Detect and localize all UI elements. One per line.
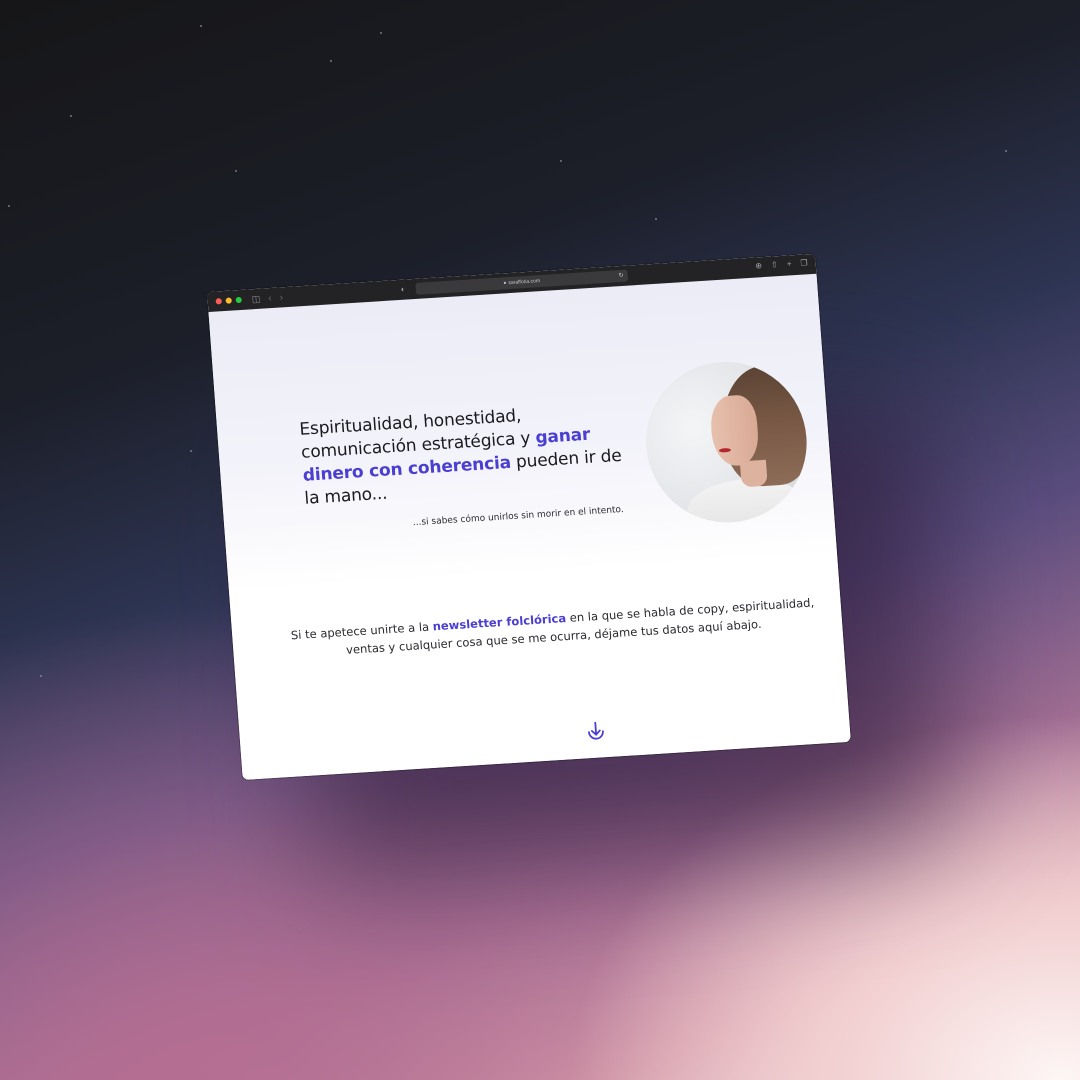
shield-icon[interactable]: ◐ — [400, 285, 406, 294]
close-window-button[interactable] — [215, 298, 222, 305]
sidebar-icon[interactable]: ◫ — [251, 293, 260, 304]
portrait-photo — [640, 357, 813, 528]
plus-icon[interactable]: + — [786, 259, 791, 268]
arrow-down-circle-icon[interactable] — [583, 719, 609, 745]
share-icon[interactable]: ⇧ — [771, 260, 778, 269]
hero-headline: Espiritualidad, honestidad, comunicación… — [299, 399, 626, 511]
tabs-icon[interactable]: ❐ — [800, 258, 808, 267]
url-text: sarafforia.com — [508, 278, 541, 287]
portrait-face — [708, 394, 761, 468]
reload-icon[interactable]: ↻ — [618, 272, 623, 279]
newsletter-intro: Si te apetece unirte a la newsletter fol… — [272, 592, 835, 663]
chevron-right-icon[interactable]: › — [279, 292, 283, 303]
maximize-window-button[interactable] — [235, 296, 242, 304]
lock-icon: ● — [503, 280, 507, 287]
window-controls — [215, 296, 242, 305]
page-content: Espiritualidad, honestidad, comunicación… — [208, 273, 851, 780]
download-icon[interactable]: ⊕ — [755, 261, 762, 270]
browser-window: ◫ ‹ › ◐ ● sarafforia.com ↻ ⊕ ⇧ + ❐ Espir… — [207, 253, 851, 781]
hero-subtag: ...si sabes cómo unirlos sin morir en el… — [412, 504, 625, 529]
toolbar-right: ⊕ ⇧ + ❐ — [755, 258, 808, 270]
minimize-window-button[interactable] — [225, 297, 232, 304]
chevron-left-icon[interactable]: ‹ — [268, 292, 272, 303]
